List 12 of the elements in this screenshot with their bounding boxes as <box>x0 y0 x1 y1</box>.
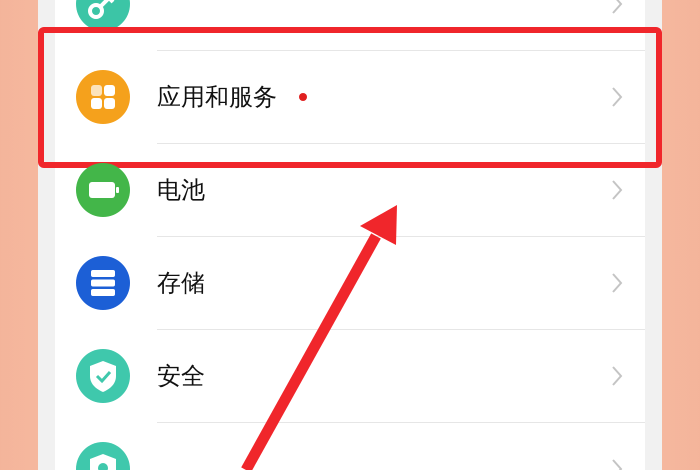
item-label: 存储 <box>157 268 205 299</box>
chevron-icon <box>611 272 623 294</box>
item-label: 安全 <box>157 361 205 392</box>
settings-item[interactable]: 应用和服务 <box>55 51 645 143</box>
settings-item[interactable]: 电池 <box>55 144 645 236</box>
item-label: 电池 <box>157 175 205 206</box>
chevron-icon <box>611 365 623 387</box>
chevron-icon <box>611 86 623 108</box>
settings-item[interactable]: 存储 <box>55 237 645 329</box>
item-label: 应用和服务 <box>157 82 277 113</box>
settings-item[interactable]: 安全 <box>55 330 645 422</box>
chevron-icon <box>611 179 623 201</box>
